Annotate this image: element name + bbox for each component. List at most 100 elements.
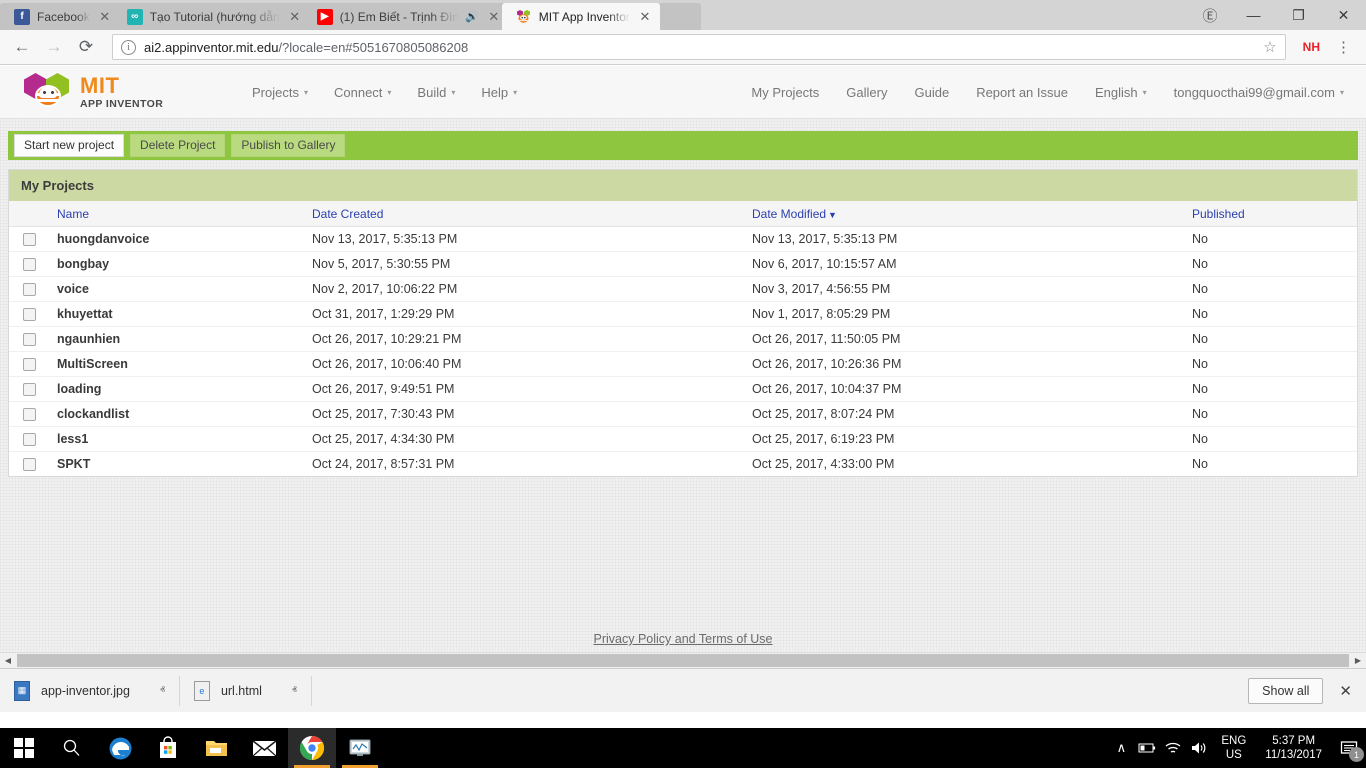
notifications-button[interactable]: 1 [1332, 728, 1366, 768]
column-header-date-modified[interactable]: Date Modified ▼ [752, 201, 1192, 227]
table-row[interactable]: loading Oct 26, 2017, 9:49:51 PM Oct 26,… [9, 376, 1357, 402]
select-all-header[interactable] [9, 201, 57, 227]
project-name-cell[interactable]: khuyettat [57, 301, 312, 327]
store-icon[interactable] [144, 728, 192, 768]
row-checkbox[interactable] [23, 382, 36, 396]
row-checkbox[interactable] [23, 432, 36, 446]
audio-playing-icon[interactable]: 🔊 [465, 10, 479, 23]
project-name-cell[interactable]: loading [57, 376, 312, 402]
clock[interactable]: 5:37 PM 11/13/2017 [1255, 734, 1332, 763]
row-checkbox[interactable] [23, 457, 36, 471]
row-checkbox-cell[interactable] [9, 426, 57, 452]
tab-close-icon[interactable]: ✕ [638, 10, 652, 24]
nav-gallery[interactable]: Gallery [846, 85, 887, 100]
project-name-cell[interactable]: ngaunhien [57, 326, 312, 352]
nav-my-projects[interactable]: My Projects [751, 85, 819, 100]
download-item-app-inventor-jpg[interactable]: ▦ app-inventor.jpg ⱏ [14, 675, 180, 706]
start-button[interactable] [0, 728, 48, 768]
nav-language-selector[interactable]: English ▾ [1095, 85, 1147, 100]
nav-connect[interactable]: Connect ▾ [334, 85, 391, 100]
row-checkbox[interactable] [23, 407, 36, 421]
chevron-up-icon[interactable]: ⱏ [292, 685, 297, 696]
profile-avatar-icon[interactable]: Ⓔ [1195, 0, 1225, 30]
chevron-up-icon[interactable]: ⱏ [160, 685, 165, 696]
scrollbar-thumb[interactable] [17, 654, 1349, 667]
nav-projects[interactable]: Projects ▾ [252, 85, 308, 100]
battery-icon[interactable] [1134, 728, 1160, 768]
chrome-menu-icon[interactable]: ⋮ [1329, 38, 1358, 56]
browser-tab-facebook[interactable]: f Facebook ✕ [0, 3, 120, 30]
maximize-button[interactable]: ❐ [1276, 0, 1321, 30]
edge-icon[interactable] [96, 728, 144, 768]
download-item-url-html[interactable]: e url.html ⱏ [193, 675, 312, 706]
delete-project-button[interactable]: Delete Project [130, 133, 226, 158]
project-name-cell[interactable]: huongdanvoice [57, 226, 312, 252]
tab-close-icon[interactable]: ✕ [288, 10, 302, 24]
tab-close-icon[interactable]: ✕ [487, 10, 501, 24]
column-header-published[interactable]: Published [1192, 201, 1357, 227]
row-checkbox-cell[interactable] [9, 376, 57, 402]
table-row[interactable]: clockandlist Oct 25, 2017, 7:30:43 PM Oc… [9, 401, 1357, 427]
publish-to-gallery-button[interactable]: Publish to Gallery [231, 133, 346, 158]
table-row[interactable]: MultiScreen Oct 26, 2017, 10:06:40 PM Oc… [9, 351, 1357, 377]
nav-report-an-issue[interactable]: Report an Issue [976, 85, 1068, 100]
row-checkbox[interactable] [23, 257, 36, 271]
minimize-button[interactable]: — [1231, 0, 1276, 30]
row-checkbox[interactable] [23, 332, 36, 346]
browser-tab-mit-app-inventor[interactable]: MIT App Inventor ✕ [501, 3, 660, 30]
new-tab-button[interactable] [656, 3, 701, 30]
browser-tab-youtube[interactable]: ▶ (1) Em Biết - Trịnh Đìn 🔊 ✕ [302, 3, 509, 30]
volume-icon[interactable] [1186, 728, 1212, 768]
table-row[interactable]: less1 Oct 25, 2017, 4:34:30 PM Oct 25, 2… [9, 426, 1357, 452]
row-checkbox-cell[interactable] [9, 251, 57, 277]
row-checkbox-cell[interactable] [9, 452, 57, 477]
scroll-right-arrow-icon[interactable]: ▶ [1350, 653, 1366, 669]
table-row[interactable]: ngaunhien Oct 26, 2017, 10:29:21 PM Oct … [9, 326, 1357, 352]
show-hidden-icons-chevron-icon[interactable]: ∧ [1108, 728, 1134, 768]
nav-help[interactable]: Help ▾ [481, 85, 517, 100]
row-checkbox-cell[interactable] [9, 301, 57, 327]
column-header-date-created[interactable]: Date Created [312, 201, 752, 227]
privacy-policy-link[interactable]: Privacy Policy and Terms of Use [0, 632, 1366, 646]
row-checkbox[interactable] [23, 357, 36, 371]
tab-close-icon[interactable]: ✕ [98, 10, 112, 24]
nav-build[interactable]: Build ▾ [417, 85, 455, 100]
language-indicator[interactable]: ENG US [1212, 734, 1255, 763]
nav-guide[interactable]: Guide [914, 85, 949, 100]
back-button[interactable]: ← [8, 33, 36, 61]
table-row[interactable]: khuyettat Oct 31, 2017, 1:29:29 PM Nov 1… [9, 301, 1357, 327]
row-checkbox-cell[interactable] [9, 326, 57, 352]
site-info-icon[interactable]: i [121, 39, 136, 55]
address-bar[interactable]: i ai2.appinventor.mit.edu/?locale=en#505… [112, 34, 1286, 60]
row-checkbox[interactable] [23, 232, 36, 246]
start-new-project-button[interactable]: Start new project [14, 133, 125, 158]
monitor-app-icon[interactable] [336, 728, 384, 768]
row-checkbox-cell[interactable] [9, 276, 57, 302]
show-all-downloads-button[interactable]: Show all [1248, 677, 1324, 704]
table-row[interactable]: SPKT Oct 24, 2017, 8:57:31 PM Oct 25, 20… [9, 452, 1357, 477]
table-row[interactable]: bongbay Nov 5, 2017, 5:30:55 PM Nov 6, 2… [9, 251, 1357, 277]
bookmark-star-icon[interactable]: ☆ [1255, 38, 1276, 56]
extension-nh-icon[interactable]: NH [1294, 40, 1329, 54]
mail-icon[interactable] [240, 728, 288, 768]
table-row[interactable]: voice Nov 2, 2017, 10:06:22 PM Nov 3, 20… [9, 276, 1357, 302]
row-checkbox-cell[interactable] [9, 351, 57, 377]
app-logo[interactable]: MIT APP INVENTOR [22, 71, 212, 113]
row-checkbox-cell[interactable] [9, 226, 57, 252]
nav-account-menu[interactable]: tongquocthai99@gmail.com ▾ [1174, 85, 1344, 100]
project-name-cell[interactable]: SPKT [57, 452, 312, 477]
wifi-icon[interactable] [1160, 728, 1186, 768]
scroll-left-arrow-icon[interactable]: ◀ [0, 653, 16, 669]
project-name-cell[interactable]: MultiScreen [57, 351, 312, 377]
project-name-cell[interactable]: clockandlist [57, 401, 312, 427]
row-checkbox-cell[interactable] [9, 401, 57, 427]
search-icon[interactable] [48, 728, 96, 768]
reload-button[interactable]: ⟳ [72, 33, 100, 61]
chrome-icon[interactable] [288, 728, 336, 768]
close-downloads-bar-icon[interactable]: ✕ [1339, 682, 1352, 700]
close-window-button[interactable]: ✕ [1321, 0, 1366, 30]
project-name-cell[interactable]: less1 [57, 426, 312, 452]
browser-tab-tao-tutorial[interactable]: ∞ Tạo Tutorial (hướng dẫn ✕ [112, 3, 310, 30]
row-checkbox[interactable] [23, 307, 36, 321]
file-explorer-icon[interactable] [192, 728, 240, 768]
